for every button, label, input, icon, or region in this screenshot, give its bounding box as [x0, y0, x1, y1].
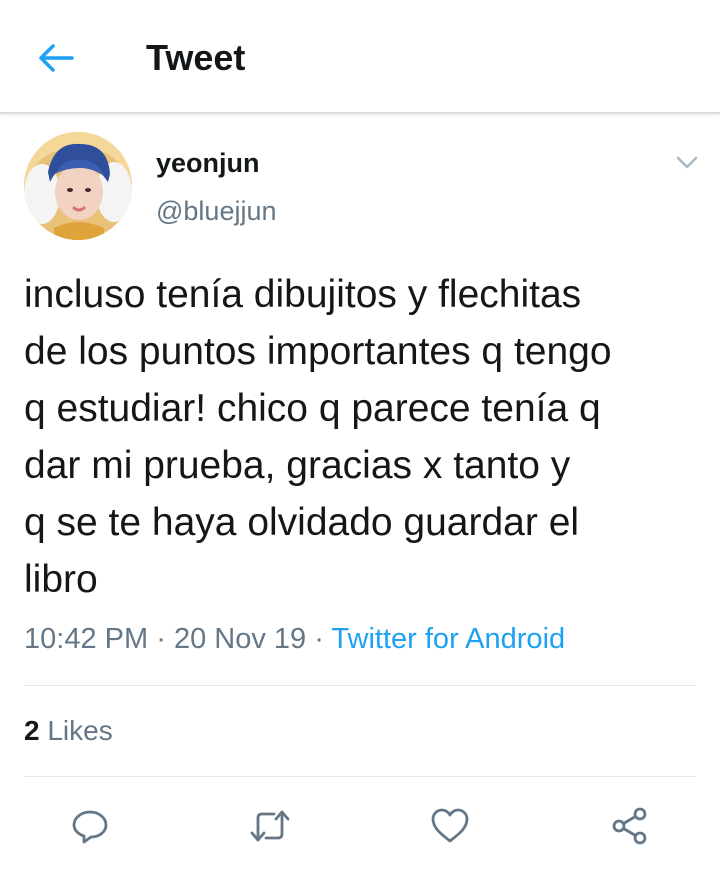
top-app-bar: Tweet — [0, 0, 720, 114]
tweet-time: 10:42 PM — [24, 623, 149, 655]
avatar[interactable] — [24, 132, 132, 240]
back-button[interactable] — [30, 36, 82, 80]
like-button[interactable] — [424, 800, 476, 852]
meta-separator: · — [314, 623, 324, 655]
likes-label: Likes — [47, 715, 113, 746]
more-options-button[interactable] — [670, 150, 704, 176]
tweet-actions — [0, 796, 720, 856]
retweet-icon — [250, 810, 290, 842]
share-button[interactable] — [604, 800, 656, 852]
page-title: Tweet — [146, 37, 246, 78]
user-handle[interactable]: @bluejjun — [156, 194, 277, 228]
meta-separator: · — [156, 623, 166, 655]
tweet-meta: 10:42 PM · 20 Nov 19 · Twitter for Andro… — [24, 620, 565, 658]
display-name[interactable]: yeonjun — [156, 146, 260, 180]
tweet-text: incluso tenía dibujitos y flechitas de l… — [24, 273, 612, 601]
divider — [24, 685, 696, 686]
retweet-button[interactable] — [244, 800, 296, 852]
tweet-date: 20 Nov 19 — [173, 623, 307, 655]
like-icon — [431, 808, 469, 843]
tweet-source-link[interactable]: Twitter for Android — [331, 623, 565, 655]
reply-icon — [72, 810, 108, 844]
likes-count[interactable]: 2 Likes — [24, 712, 113, 750]
likes-number: 2 — [24, 715, 40, 746]
arrow-left-icon — [39, 44, 74, 72]
chevron-down-icon — [676, 156, 698, 169]
divider — [24, 776, 696, 777]
reply-button[interactable] — [64, 800, 116, 852]
share-icon — [612, 807, 647, 845]
